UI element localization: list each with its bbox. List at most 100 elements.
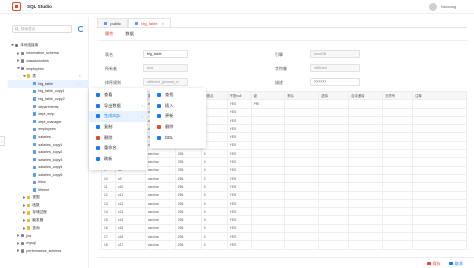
table-cell[interactable] (348, 124, 384, 134)
table-row[interactable]: 14 c13 varchar 255 0 YES (101, 207, 467, 217)
table-cell[interactable] (412, 165, 467, 175)
table-cell[interactable]: 11 (101, 182, 116, 192)
table-cell[interactable]: 0 (200, 223, 228, 234)
table-cell[interactable]: YES (226, 107, 252, 117)
column-header[interactable]: 注释 (412, 90, 467, 101)
tree-item[interactable]: salaries_copy5 (8, 171, 89, 179)
table-cell[interactable]: YES (226, 132, 252, 142)
table-cell[interactable] (284, 207, 320, 217)
tree-item[interactable]: titles (8, 179, 89, 187)
table-cell[interactable] (348, 215, 384, 225)
table-cell[interactable]: c16 (114, 232, 146, 242)
table-cell[interactable]: 0 (200, 149, 228, 159)
menu-item[interactable]: 删除 (89, 132, 147, 143)
table-row[interactable]: 17 c16 varchar 255 0 YES (101, 232, 467, 242)
table-cell[interactable] (284, 240, 320, 250)
table-cell[interactable] (382, 165, 414, 175)
table-cell[interactable] (318, 223, 350, 234)
subtab-0[interactable]: 属性 (105, 31, 114, 41)
tree-item[interactable]: 触发器 (8, 217, 89, 225)
table-cell[interactable]: varchar (144, 165, 176, 175)
tree-item[interactable]: big_table_copy2 (8, 95, 89, 103)
owner-field[interactable]: root (143, 64, 188, 72)
table-cell[interactable]: 13 (101, 198, 116, 209)
table-cell[interactable] (318, 124, 350, 134)
table-cell[interactable]: YES (226, 140, 252, 151)
table-row[interactable]: 10 c9 varchar 255 0 YES (101, 173, 467, 184)
caret-right-icon[interactable] (17, 234, 20, 238)
caret-right-icon[interactable] (17, 59, 20, 63)
table-cell[interactable] (382, 132, 414, 142)
table-cell[interactable]: 0 (200, 190, 228, 200)
table-cell[interactable]: 0 (200, 240, 228, 250)
table-cell[interactable]: 255 (174, 223, 202, 234)
column-header[interactable]: 虚拟 (318, 90, 350, 101)
table-cell[interactable] (382, 99, 414, 109)
tree-item[interactable]: mysql (8, 239, 89, 247)
table-cell[interactable] (382, 107, 414, 117)
table-cell[interactable]: PRI (250, 99, 286, 109)
table-cell[interactable]: 255 (174, 149, 202, 159)
table-cell[interactable]: 255 (174, 215, 202, 225)
table-cell[interactable]: YES (226, 99, 252, 109)
table-cell[interactable]: varchar (144, 173, 176, 184)
close-icon[interactable]: × (161, 21, 163, 26)
table-cell[interactable]: YES (226, 198, 252, 209)
table-cell[interactable] (250, 124, 286, 134)
table-cell[interactable] (284, 182, 320, 192)
tree-item[interactable]: 本地连接库 (8, 42, 89, 50)
table-cell[interactable]: YES (226, 124, 252, 134)
table-cell[interactable] (318, 107, 350, 117)
table-cell[interactable] (318, 140, 350, 151)
tree-item[interactable]: salaries_copy3 (8, 156, 89, 164)
tree-item[interactable]: big_table ··· (8, 79, 89, 88)
table-cell[interactable]: varchar (144, 215, 176, 225)
comment-field[interactable]: ?????? (310, 78, 360, 86)
table-cell[interactable] (348, 232, 384, 242)
table-cell[interactable]: 255 (174, 240, 202, 250)
table-cell[interactable]: 16 (101, 223, 116, 234)
table-cell[interactable]: 14 (101, 207, 116, 217)
menu-item[interactable]: 查找 (150, 90, 206, 101)
tree-item[interactable]: dept_manager (8, 118, 89, 126)
tree-item[interactable]: salaries_copy4 (8, 164, 89, 172)
table-cell[interactable] (348, 173, 384, 184)
table-row[interactable]: 7c6varchar2550YES (101, 149, 467, 159)
table-cell[interactable] (318, 215, 350, 225)
table-cell[interactable] (382, 124, 414, 134)
table-cell[interactable] (318, 115, 350, 126)
caret-right-icon[interactable] (23, 203, 26, 207)
table-cell[interactable]: YES (226, 165, 252, 175)
refresh-icon[interactable] (78, 26, 84, 32)
tree-item[interactable]: dept_emp (8, 110, 89, 118)
tree-item[interactable]: departments (8, 103, 89, 111)
tree-item[interactable]: 视图 (8, 194, 89, 202)
menu-item[interactable]: 重命名 (89, 143, 147, 154)
table-cell[interactable] (382, 149, 414, 159)
menu-item[interactable]: 刷新 (89, 154, 147, 165)
tree-item[interactable]: 查询 (8, 224, 89, 232)
table-cell[interactable] (284, 124, 320, 134)
table-cell[interactable]: varchar (144, 149, 176, 159)
table-cell[interactable] (382, 198, 414, 209)
table-cell[interactable]: 255 (174, 157, 202, 167)
table-cell[interactable] (318, 182, 350, 192)
table-row[interactable]: 8c7varchar2550YES (101, 157, 467, 167)
table-cell[interactable] (318, 165, 350, 175)
table-cell[interactable] (412, 215, 467, 225)
table-cell[interactable] (382, 182, 414, 192)
table-cell[interactable] (348, 207, 384, 217)
table-cell[interactable] (284, 107, 320, 117)
table-cell[interactable]: 0 (200, 182, 228, 192)
table-cell[interactable]: 18 (101, 240, 116, 250)
table-cell[interactable] (412, 115, 467, 126)
table-cell[interactable] (318, 99, 350, 109)
save-button[interactable]: 保存 (427, 260, 441, 267)
caret-down-icon[interactable] (11, 44, 14, 47)
table-row[interactable]: 18 c17 varchar 255 0 YES (101, 240, 467, 250)
column-header[interactable]: 无符号 (382, 90, 414, 101)
table-cell[interactable]: varchar (144, 157, 176, 167)
table-cell[interactable]: YES (226, 173, 252, 184)
table-cell[interactable] (250, 215, 286, 225)
table-cell[interactable] (348, 157, 384, 167)
